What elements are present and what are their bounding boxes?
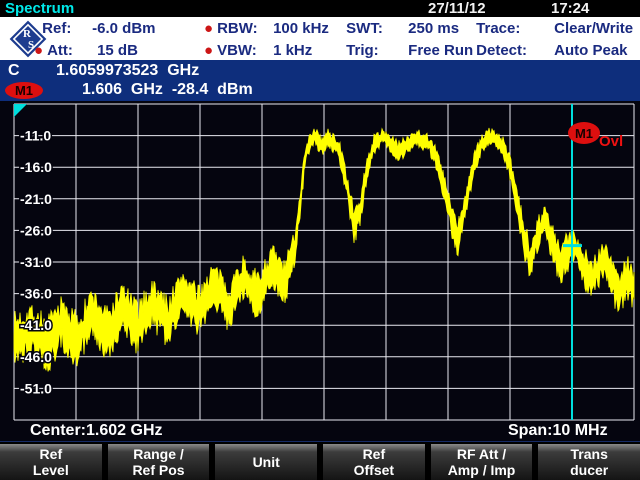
setting-trigger: Trig:Free Run [338,41,473,61]
ref-level-arrow-icon [14,104,27,117]
setting-label: Att: [47,41,97,61]
y-axis-tick-label: -26.0 [20,222,52,238]
coupling-dot-icon: ● [204,19,213,39]
softkey-label-line2: Ref Pos [132,462,184,478]
softkey-label-line1: Trans [571,446,608,462]
marker-m1-value: 1.606 GHz -28.4 dBm [82,80,253,100]
y-axis-tick-label: -11.0 [20,128,51,144]
setting-trace-mode: Trace:Clear/Write [468,19,633,39]
spacer [34,19,38,39]
span-readout: Span:10 MHz [508,421,608,441]
spacer [338,41,342,61]
setting-label: Trace: [476,19,554,39]
setting-value: Free Run [408,41,473,61]
setting-detector: Detect:Auto Peak [468,41,628,61]
setting-label: Ref: [42,19,92,39]
softkey-ref-level[interactable]: RefLevel [0,444,102,480]
spacer [468,41,472,61]
softkey-bar: RefLevelRange /Ref PosUnitRefOffsetRF At… [0,441,640,480]
spectrum-analyzer-screen: Spectrum 27/11/12 17:24 R S Ref:-6.0 dBm… [0,0,640,480]
softkey-label-line2: Amp / Imp [448,462,516,478]
setting-ref-level: Ref:-6.0 dBm [34,19,156,39]
softkey-rf-att-amp-imp[interactable]: RF Att /Amp / Imp [431,444,533,480]
y-axis-tick-label: -46.0 [20,349,52,365]
setting-sweep-time: SWT:250 ms [338,19,459,39]
setting-value: 250 ms [408,19,459,39]
y-axis-tick-label: -41.0 [20,317,52,333]
settings-header: R S Ref:-6.0 dBm●Att:15 dB●RBW:100 kHz●V… [0,17,640,60]
softkey-ref-offset[interactable]: RefOffset [323,444,425,480]
softkey-label-line1: Ref [40,446,63,462]
setting-value: -6.0 dBm [92,19,155,39]
y-axis-tick-label: -21.0 [20,191,52,207]
setting-label: Trig: [346,41,408,61]
softkey-range-ref-pos[interactable]: Range /Ref Pos [108,444,210,480]
time-label: 17:24 [551,0,589,17]
y-axis-tick-label: -51.0 [20,380,52,396]
setting-label: Detect: [476,41,554,61]
marker-readout-band: C 1.6059973523 GHz M1 1.606 GHz -28.4 dB… [0,60,640,101]
title-bar: Spectrum 27/11/12 17:24 [0,0,640,17]
softkey-label-line2: Offset [354,462,394,478]
setting-value: 100 kHz [273,19,329,39]
softkey-label-line1: Ref [363,446,386,462]
setting-value: 1 kHz [273,41,312,61]
softkey-label-line1: Unit [253,454,280,470]
spacer [338,19,342,39]
softkey-label-line2: ducer [570,462,608,478]
center-freq-label: C [8,61,20,81]
setting-attenuation: ●Att:15 dB [34,41,138,61]
setting-label: RBW: [217,19,273,39]
app-title: Spectrum [5,0,74,17]
setting-label: SWT: [346,19,408,39]
date-label: 27/11/12 [428,0,486,17]
setting-value: Auto Peak [554,41,627,61]
marker-m1-badge[interactable]: M1 [5,82,43,99]
softkey-transducer[interactable]: Transducer [538,444,640,480]
softkey-unit[interactable]: Unit [215,444,317,480]
y-axis-tick-label: -36.0 [20,286,52,302]
center-freq-value: 1.6059973523 GHz [56,61,199,81]
setting-value: 15 dB [97,41,138,61]
setting-value: Clear/Write [554,19,633,39]
setting-rbw: ●RBW:100 kHz [204,19,329,39]
spacer [468,19,472,39]
coupling-dot-icon: ● [204,41,213,61]
softkey-label-line2: Level [33,462,69,478]
marker-m1-flag-label: M1 [575,126,593,141]
setting-label: VBW: [217,41,273,61]
setting-vbw: ●VBW:1 kHz [204,41,312,61]
y-axis-tick-label: -16.0 [20,159,52,175]
softkey-label-line1: RF Att / [457,446,506,462]
y-axis-tick-label: -31.0 [20,254,52,270]
overload-indicator: Ovl [599,133,623,150]
coupling-dot-icon: ● [34,41,43,61]
spectrum-chart: -11.0 -16.0 -21.0 -26.0 -31.0 -36.0 -41.0 -46.0… [0,101,640,441]
center-frequency-readout: Center:1.602 GHz [30,421,163,441]
softkey-label-line1: Range / [133,446,184,462]
